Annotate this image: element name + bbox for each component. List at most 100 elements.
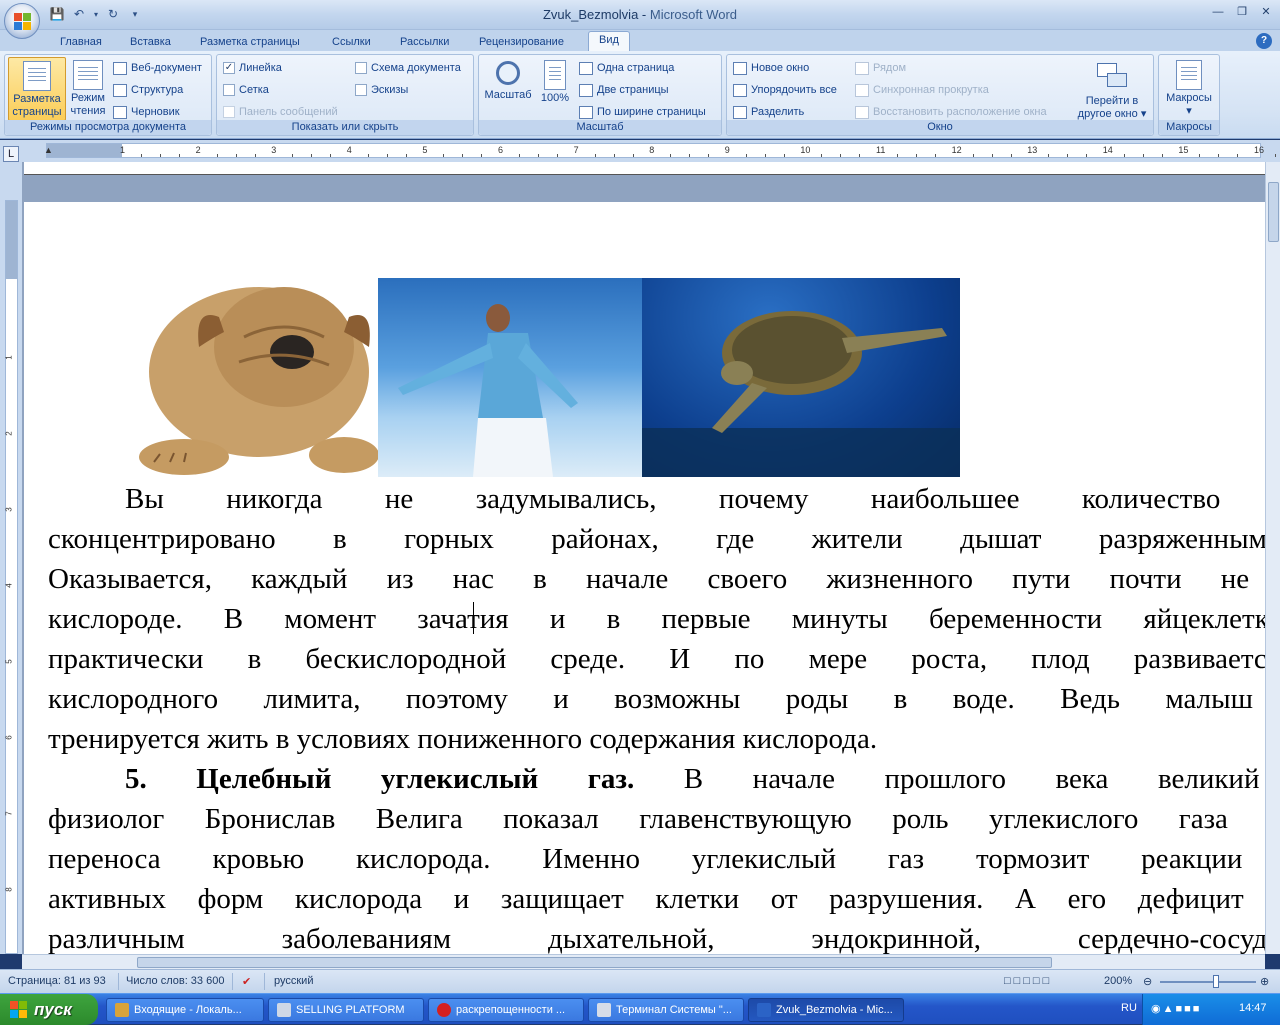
office-button[interactable] [4, 3, 40, 39]
ruler-number: 5 [422, 145, 428, 155]
horizontal-ruler[interactable]: ▲ 1 2 3 4 5 6 7 8 9 10 11 12 13 14 15 16 [0, 140, 1280, 162]
horizontal-scroll-thumb[interactable] [137, 957, 1052, 968]
taskbar: пуск Входящие - Локаль... SELLING PLATFO… [0, 993, 1280, 1025]
ruler-indent-marker[interactable]: ▲ [44, 145, 53, 155]
ruler-tick [670, 154, 672, 157]
one-page-button[interactable]: Одна страница [579, 59, 674, 77]
document-page[interactable]: Вы никогда не задумывались, почему наибо… [24, 202, 1265, 954]
vertical-ruler[interactable]: 1 2 3 4 5 6 7 8 [0, 162, 22, 954]
zoom-level[interactable]: 200% [1104, 975, 1132, 987]
ruler-tick [216, 154, 218, 157]
outline-button[interactable]: Структура [113, 81, 183, 99]
reset-window-button[interactable]: Восстановить расположение окна [855, 103, 1047, 121]
sync-scroll-button[interactable]: Синхронная прокрутка [855, 81, 989, 99]
zoom-button[interactable]: Масштаб [481, 57, 535, 121]
window-group-label: Окно [727, 120, 1153, 135]
ruler-tick [160, 154, 161, 157]
tab-review[interactable]: Рецензирование [479, 33, 564, 52]
zoom-slider-thumb[interactable] [1213, 975, 1219, 988]
tab-references[interactable]: Ссылки [332, 33, 371, 52]
ruler-number: 15 [1178, 145, 1189, 155]
zoom-in-icon[interactable]: ⊕ [1260, 975, 1269, 988]
word-icon [757, 1003, 771, 1017]
proofing-icon[interactable]: ✔ [242, 975, 251, 988]
paragraph-line: активных форм кислорода и защищает клетк… [48, 883, 1265, 915]
restore-button[interactable]: ❐ [1234, 6, 1250, 18]
side-by-side-button[interactable]: Рядом [855, 59, 906, 77]
ruler-tick [254, 154, 256, 157]
view-buttons-icon[interactable]: □□□□□ [1004, 975, 1052, 987]
ruler-number: 12 [951, 145, 962, 155]
draft-button[interactable]: Черновик [113, 103, 180, 121]
document-text[interactable]: Вы никогда не задумывались, почему наибо… [48, 479, 1265, 954]
split-button[interactable]: Разделить [733, 103, 804, 121]
close-button[interactable]: ✕ [1258, 6, 1274, 18]
ruler-number: 2 [195, 145, 201, 155]
zoom-out-icon[interactable]: ⊖ [1143, 975, 1152, 988]
page-count[interactable]: Страница: 81 из 93 [8, 975, 106, 987]
two-pages-button[interactable]: Две страницы [579, 81, 669, 99]
ruler-tick [405, 154, 407, 157]
macros-button[interactable]: Макросы ▾ [1161, 57, 1217, 121]
taskbar-item-selling-platform[interactable]: SELLING PLATFORM [268, 998, 424, 1022]
ruler-tick [764, 154, 766, 157]
ruler-tick [1067, 154, 1069, 157]
horizontal-scrollbar[interactable] [22, 954, 1265, 969]
clock[interactable]: 14:47 [1239, 1002, 1267, 1014]
taskbar-item-opera[interactable]: раскрепощенности ... [428, 998, 584, 1022]
switch-window-button[interactable]: Перейти в другое окно ▾ [1071, 57, 1153, 121]
ruler-tick [935, 154, 936, 157]
ruler-number: 11 [876, 145, 886, 155]
ruler-checkbox[interactable]: ✓ Линейка [223, 59, 282, 77]
zoom-100-button[interactable]: 100% [537, 57, 573, 121]
grid-checkbox[interactable]: Сетка [223, 81, 269, 99]
word-count[interactable]: Число слов: 33 600 [126, 975, 224, 987]
language-indicator[interactable]: русский [274, 975, 313, 987]
paragraph-line: практически в бескислородной среде. И по… [48, 643, 1265, 675]
page-width-button[interactable]: По ширине страницы [579, 103, 706, 121]
ruler-tick [292, 154, 294, 157]
vertical-scrollbar[interactable] [1265, 162, 1280, 954]
ruler-tick [1161, 154, 1163, 157]
vertical-scroll-thumb[interactable] [1268, 182, 1279, 242]
tab-home[interactable]: Главная [60, 33, 102, 52]
paragraph-line: Вы никогда не задумывались, почему наибо… [125, 483, 1265, 515]
ruler-number: 4 [4, 583, 14, 588]
text-cursor [473, 602, 474, 634]
ribbon-tabs: Главная Вставка Разметка страницы Ссылки… [0, 30, 1280, 52]
taskbar-item-terminal[interactable]: Терминал Системы "... [588, 998, 744, 1022]
reading-mode-button[interactable]: Режим чтения [67, 57, 109, 121]
help-icon[interactable]: ? [1256, 33, 1272, 49]
ruler-tick [462, 154, 464, 157]
tab-page-layout[interactable]: Разметка страницы [200, 33, 300, 52]
zoom-slider[interactable] [1160, 981, 1256, 983]
thumbnails-checkbox[interactable]: Эскизы [355, 81, 408, 99]
document-area[interactable]: Вы никогда не задумывались, почему наибо… [22, 162, 1265, 954]
ruler-tick [840, 154, 842, 157]
taskbar-item-inbox[interactable]: Входящие - Локаль... [106, 998, 264, 1022]
ruler-tick [367, 154, 369, 157]
language-bar[interactable]: RU [1121, 1002, 1137, 1014]
tab-mailings[interactable]: Рассылки [400, 33, 449, 52]
tray-icons[interactable]: ◉▲■■■ [1151, 1002, 1201, 1015]
web-layout-button[interactable]: Веб-документ [113, 59, 202, 77]
taskbar-item-word[interactable]: Zvuk_Bezmolvia - Mic... [748, 998, 904, 1022]
ruler-tick [311, 154, 313, 157]
start-button[interactable]: пуск [0, 994, 98, 1025]
split-icon [733, 105, 747, 119]
message-bar-checkbox[interactable]: Панель сообщений [223, 103, 338, 121]
tab-selector[interactable]: L [3, 146, 19, 162]
tab-view[interactable]: Вид [588, 31, 630, 52]
macros-group: Макросы ▾ Макросы [1158, 54, 1220, 136]
arrange-all-button[interactable]: Упорядочить все [733, 81, 837, 99]
print-layout-button[interactable]: Разметка страницы [8, 57, 66, 121]
side-by-side-icon [855, 61, 869, 75]
views-group-label: Режимы просмотра документа [5, 120, 211, 135]
tab-insert[interactable]: Вставка [130, 33, 171, 52]
new-window-button[interactable]: Новое окно [733, 59, 809, 77]
ruler-bar: ▲ 1 2 3 4 5 6 7 8 9 10 11 12 13 14 15 16 [44, 143, 1276, 158]
minimize-button[interactable]: — [1210, 6, 1226, 18]
system-tray: RU ◉▲■■■ 14:47 [1121, 994, 1280, 1025]
paragraph-line: Оказывается, каждый из нас в начале свое… [48, 563, 1265, 595]
doc-map-checkbox[interactable]: Схема документа [355, 59, 461, 77]
